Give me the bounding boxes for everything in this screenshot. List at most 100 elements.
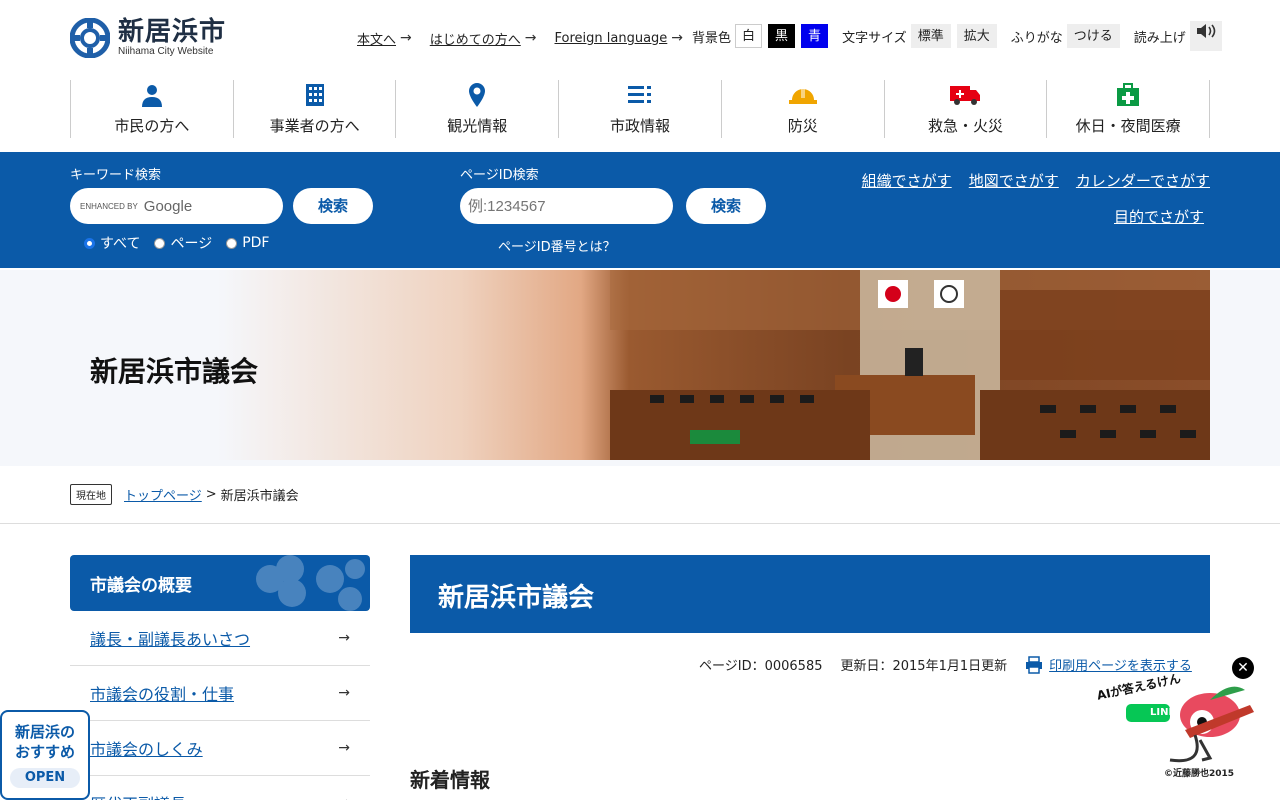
nav-label: 観光情報 xyxy=(447,117,508,135)
radio-page[interactable] xyxy=(154,237,166,249)
nav-label: 休日・夜間医療 xyxy=(1075,117,1181,135)
nav-citizens[interactable]: 市民の方へ xyxy=(70,80,233,138)
accessibility-controls: 背景色 白 黒 青 文字サイズ 標準 拡大 ふりがな つける 読み上げ xyxy=(692,21,1222,51)
global-nav: 市民の方へ 事業者の方へ 観光情報 市政情報 防災 救急・火災 休日・夜間医療 xyxy=(70,80,1211,138)
bg-black-button[interactable]: 黒 xyxy=(768,24,796,48)
radio-pdf[interactable] xyxy=(226,237,238,249)
ambulance-icon xyxy=(950,86,981,105)
page-id-input[interactable] xyxy=(460,188,673,224)
nav-tourism[interactable]: 観光情報 xyxy=(395,80,558,138)
arrow-right-icon: → xyxy=(400,30,412,46)
nav-city-government[interactable]: 市政情報 xyxy=(558,80,721,138)
page-id-search-button[interactable]: 検索 xyxy=(686,188,766,224)
furigana-button[interactable]: つける xyxy=(1066,24,1120,48)
page-id-help-link[interactable]: ページID番号とは？ xyxy=(498,236,616,255)
find-by-purpose-link[interactable]: 目的でさがす xyxy=(1114,206,1204,227)
google-logo: Google xyxy=(143,197,193,215)
find-links: 組織でさがす 地図でさがす カレンダーでさがす xyxy=(846,170,1210,191)
medical-kit-icon xyxy=(1117,83,1140,106)
flower-decoration-icon xyxy=(256,555,365,611)
breadcrumb-home-link[interactable]: トップページ xyxy=(124,485,202,504)
printer-icon xyxy=(1026,655,1043,674)
nav-emergency-fire[interactable]: 救急・火災 xyxy=(883,80,1047,138)
keyword-search-button[interactable]: 検索 xyxy=(293,188,373,224)
arrow-right-icon: → xyxy=(338,795,350,800)
nav-label: 事業者の方へ xyxy=(269,117,360,135)
find-by-calendar-link[interactable]: カレンダーでさがす xyxy=(1076,172,1210,190)
recommend-line2: おすすめ xyxy=(14,743,75,761)
recommend-open-button[interactable]: OPEN xyxy=(10,768,80,788)
find-by-map-link[interactable]: 地図でさがす xyxy=(969,172,1059,190)
nav-disaster-prevention[interactable]: 防災 xyxy=(720,80,884,138)
first-visit-link[interactable]: はじめての方へ xyxy=(430,29,521,48)
arrow-right-icon: → xyxy=(338,630,350,646)
updated-date: 更新日：2015年1月1日更新 xyxy=(840,659,1008,674)
keyword-search-input[interactable]: ENHANCED BY Google xyxy=(70,188,283,224)
nav-business[interactable]: 事業者の方へ xyxy=(232,80,396,138)
arrow-right-icon: → xyxy=(671,30,684,46)
breadcrumb-tag: 現在地 xyxy=(70,484,112,505)
sidebar-item-past-chairs[interactable]: 歴代正副議長 → xyxy=(70,776,370,800)
arrow-right-icon: → xyxy=(338,685,350,701)
sidebar-item-label[interactable]: 歴代正副議長 xyxy=(90,791,186,800)
recommend-line1: 新居浜の xyxy=(14,723,75,741)
logo-subtitle: Niihama City Website xyxy=(118,46,214,57)
sidebar-item-role[interactable]: 市議会の役割・仕事 → xyxy=(70,666,370,721)
sidebar-item-label[interactable]: 議長・副議長あいさつ xyxy=(90,626,250,650)
radio-page-label: ページ xyxy=(170,236,213,252)
logo-title: 新居浜市 xyxy=(118,17,227,47)
nav-label: 救急・火災 xyxy=(927,117,1003,135)
sidebar-item-structure[interactable]: 市議会のしくみ → xyxy=(70,721,370,776)
nav-holiday-night-medical[interactable]: 休日・夜間医療 xyxy=(1046,80,1211,138)
arrow-right-icon: → xyxy=(338,740,350,756)
sidebar-item-label[interactable]: 市議会のしくみ xyxy=(90,736,203,760)
sidebar-item-greeting[interactable]: 議長・副議長あいさつ → xyxy=(70,611,370,666)
nav-label: 防災 xyxy=(787,117,818,135)
news-heading: 新着情報 xyxy=(410,768,490,792)
font-size-standard-button[interactable]: 標準 xyxy=(910,24,951,48)
furigana-label: ふりがな xyxy=(1010,30,1063,46)
recommend-widget[interactable]: 新居浜の おすすめ OPEN xyxy=(0,710,90,800)
breadcrumb: 現在地 トップページ > 新居浜市議会 xyxy=(70,484,299,505)
find-by-organization-link[interactable]: 組織でさがす xyxy=(862,172,952,190)
skip-to-content-link[interactable]: 本文へ xyxy=(357,29,396,48)
page-id-search-label: ページID検索 xyxy=(460,168,539,183)
site-logo[interactable]: 新居浜市 Niihama City Website xyxy=(70,15,226,60)
bg-white-button[interactable]: 白 xyxy=(735,24,763,48)
nav-label: 市民の方へ xyxy=(114,117,190,135)
person-icon xyxy=(141,85,162,107)
search-band: キーワード検索 ENHANCED BY Google 検索 すべて ページ PD… xyxy=(0,152,1280,268)
page-title: 新居浜市議会 xyxy=(410,555,1210,633)
speaker-icon xyxy=(1196,24,1216,38)
bg-blue-button[interactable]: 青 xyxy=(801,24,829,48)
keyword-search-label: キーワード検索 xyxy=(70,168,162,183)
sidebar-item-label[interactable]: 市議会の役割・仕事 xyxy=(90,681,234,705)
utility-links: 本文へ → はじめての方へ → Foreign language → xyxy=(357,28,701,48)
page-id: ページID：0006585 xyxy=(699,659,823,674)
read-aloud-button[interactable] xyxy=(1189,21,1222,51)
google-enhanced-label: ENHANCED BY xyxy=(80,201,138,211)
arrow-right-icon: → xyxy=(524,30,537,46)
list-icon xyxy=(628,86,652,103)
font-size-label: 文字サイズ xyxy=(842,30,907,46)
radio-pdf-label: PDF xyxy=(242,235,270,251)
line-badge: LINE xyxy=(1150,707,1176,718)
mascot-credit: ©近藤勝也2015 xyxy=(1164,769,1235,779)
radio-all-label: すべて xyxy=(100,236,141,252)
sidebar-heading-text: 市議会の概要 xyxy=(90,576,192,596)
hero-banner: 新居浜市議会 xyxy=(0,270,1280,466)
divider xyxy=(0,523,1280,524)
background-color-label: 背景色 xyxy=(692,30,732,46)
search-scope-radios: すべて ページ PDF xyxy=(84,233,269,253)
helmet-icon xyxy=(788,88,817,104)
sidebar-heading: 市議会の概要 xyxy=(70,555,370,611)
breadcrumb-separator: > xyxy=(205,487,217,502)
font-size-large-button[interactable]: 拡大 xyxy=(956,24,997,48)
foreign-language-link[interactable]: Foreign language xyxy=(555,31,668,46)
close-icon[interactable]: ✕ xyxy=(1232,657,1254,679)
read-aloud-label: 読み上げ xyxy=(1133,30,1186,46)
map-pin-icon xyxy=(469,83,486,107)
radio-all[interactable] xyxy=(84,237,95,249)
nav-label: 市政情報 xyxy=(610,117,671,135)
city-emblem-icon xyxy=(70,17,110,58)
